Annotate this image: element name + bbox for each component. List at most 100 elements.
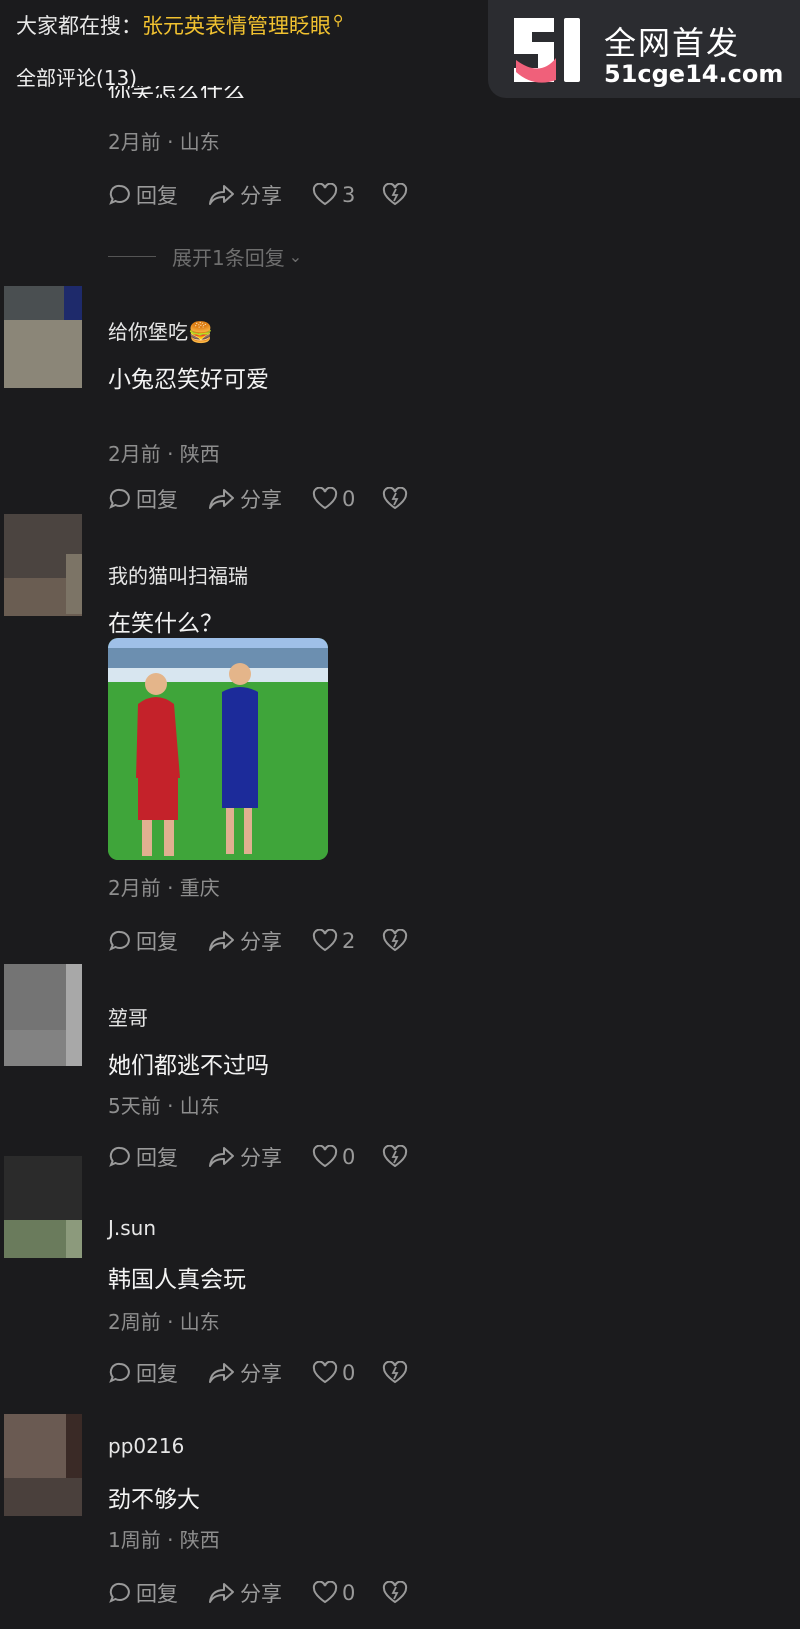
share-button[interactable]: 分享 — [208, 926, 312, 956]
comment-author[interactable]: 我的猫叫扫福瑞 — [108, 560, 248, 589]
share-label: 分享 — [240, 184, 282, 208]
comment-actions: 回复 分享 2 — [108, 926, 412, 956]
comment-text: 她们都逃不过吗 — [108, 1053, 269, 1079]
share-icon — [209, 931, 234, 951]
reply-button[interactable]: 回复 — [108, 1142, 208, 1172]
avatar[interactable] — [4, 964, 82, 1066]
share-button[interactable]: 分享 — [208, 1578, 312, 1608]
reply-button[interactable]: 回复 — [108, 1358, 208, 1388]
reply-button[interactable]: 回复 — [108, 484, 208, 514]
dislike-button[interactable] — [382, 1145, 412, 1169]
comment-image[interactable] — [108, 638, 328, 860]
heart-icon — [312, 183, 338, 206]
like-button[interactable]: 3 — [312, 183, 382, 207]
share-button[interactable]: 分享 — [208, 484, 312, 514]
search-icon[interactable]: ⚲ — [333, 13, 343, 29]
like-count: 0 — [342, 1581, 356, 1605]
reply-button[interactable]: 回复 — [108, 1578, 208, 1608]
avatar[interactable] — [4, 286, 82, 388]
comment-author[interactable]: 给你堡吃🍔 — [108, 316, 213, 345]
broken-heart-icon — [382, 1361, 408, 1384]
reply-label: 回复 — [136, 184, 178, 208]
like-count: 3 — [342, 183, 356, 207]
comment-text: 在笑什么？ — [108, 611, 223, 637]
share-icon — [209, 1363, 234, 1383]
broken-heart-icon — [382, 487, 408, 510]
like-count: 2 — [342, 929, 356, 953]
comment-actions: 回复 分享 0 — [108, 1142, 412, 1172]
comment-meta: 2月前 · 山东 — [108, 130, 220, 154]
expand-replies-label: 展开1条回复 — [172, 246, 285, 270]
dislike-button[interactable] — [382, 1581, 412, 1605]
comment-actions: 回复 分享 3 — [108, 180, 412, 210]
like-count: 0 — [342, 1145, 356, 1169]
like-button[interactable]: 0 — [312, 1145, 382, 1169]
reply-icon — [109, 1146, 130, 1167]
like-count: 0 — [342, 1361, 356, 1385]
like-button[interactable]: 2 — [312, 929, 382, 953]
dislike-button[interactable] — [382, 487, 412, 511]
broken-heart-icon — [382, 1145, 408, 1168]
share-icon — [209, 1147, 234, 1167]
reply-label: 回复 — [136, 488, 178, 512]
watermark-title: 全网首发 — [604, 24, 741, 62]
heart-icon — [312, 1361, 338, 1384]
comment-actions: 回复 分享 0 — [108, 1358, 412, 1388]
share-icon — [209, 489, 234, 509]
share-button[interactable]: 分享 — [208, 1142, 312, 1172]
share-button[interactable]: 分享 — [208, 1358, 312, 1388]
reply-button[interactable]: 回复 — [108, 926, 208, 956]
reply-icon — [109, 488, 130, 509]
comment-meta: 1周前 · 陕西 — [108, 1528, 220, 1552]
share-label: 分享 — [240, 930, 282, 954]
comment-meta: 2周前 · 山东 — [108, 1310, 220, 1334]
dislike-button[interactable] — [382, 929, 412, 953]
broken-heart-icon — [382, 929, 408, 952]
search-suggestion[interactable]: 大家都在搜：张元英表情管理眨眼 ⚲ — [16, 10, 343, 40]
chevron-down-icon: ⌄ — [288, 247, 303, 266]
comment-meta: 2月前 · 陕西 — [108, 442, 220, 466]
like-button[interactable]: 0 — [312, 1361, 382, 1385]
search-suggestion-keyword[interactable]: 张元英表情管理眨眼 — [142, 14, 331, 38]
avatar[interactable] — [4, 1156, 82, 1258]
watermark-url: 51cge14.com — [604, 60, 784, 88]
expand-divider — [108, 256, 156, 257]
reply-icon — [109, 1362, 130, 1383]
comment-author[interactable]: pp0216 — [108, 1434, 184, 1458]
avatar[interactable] — [4, 1414, 82, 1516]
heart-icon — [312, 1145, 338, 1168]
like-button[interactable]: 0 — [312, 1581, 382, 1605]
heart-icon — [312, 929, 338, 952]
comment-text: 韩国人真会玩 — [108, 1267, 246, 1293]
share-label: 分享 — [240, 1582, 282, 1606]
like-button[interactable]: 0 — [312, 487, 382, 511]
heart-icon — [312, 1581, 338, 1604]
reply-label: 回复 — [136, 1146, 178, 1170]
comment-text: 劲不够大 — [108, 1487, 200, 1513]
comment-meta: 5天前 · 山东 — [108, 1094, 220, 1118]
reply-icon — [109, 930, 130, 951]
watermark-logo-icon — [514, 18, 580, 83]
share-icon — [209, 1583, 234, 1603]
share-button[interactable]: 分享 — [208, 180, 312, 210]
comment-author[interactable]: J.sun — [108, 1216, 156, 1240]
search-suggestion-prefix: 大家都在搜： — [16, 14, 142, 38]
share-label: 分享 — [240, 1146, 282, 1170]
comment-meta: 2月前 · 重庆 — [108, 876, 220, 900]
reply-label: 回复 — [136, 1582, 178, 1606]
dislike-button[interactable] — [382, 1361, 412, 1385]
avatar[interactable] — [4, 514, 82, 616]
reply-label: 回复 — [136, 930, 178, 954]
dislike-button[interactable] — [382, 183, 412, 207]
share-icon — [209, 185, 234, 205]
broken-heart-icon — [382, 1581, 408, 1604]
comment-actions: 回复 分享 0 — [108, 484, 412, 514]
comment-actions: 回复 分享 0 — [108, 1578, 412, 1608]
expand-replies-button[interactable]: 展开1条回复 ⌄ — [108, 242, 302, 271]
comment-author[interactable]: 堃哥 — [108, 1002, 148, 1031]
heart-icon — [312, 487, 338, 510]
reply-icon — [109, 1582, 130, 1603]
reply-icon — [109, 184, 130, 205]
broken-heart-icon — [382, 183, 408, 206]
reply-button[interactable]: 回复 — [108, 180, 208, 210]
